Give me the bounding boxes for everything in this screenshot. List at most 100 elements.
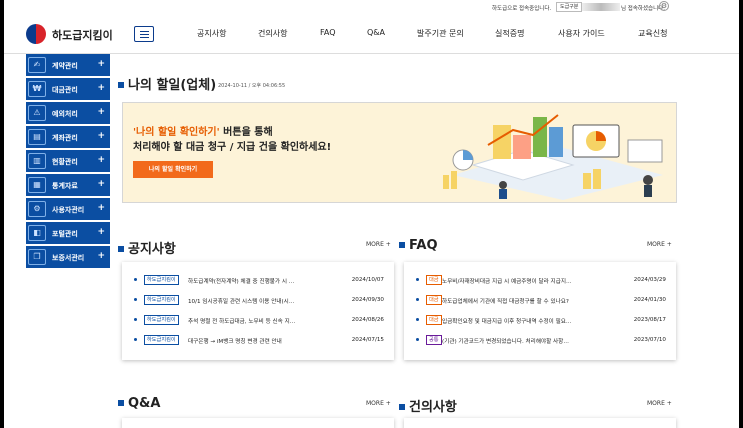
expand-plus-icon[interactable]: +: [97, 131, 105, 141]
logo-text[interactable]: 하도급지킴이: [52, 27, 113, 43]
sidebar-item-label: 계약관리: [52, 62, 78, 70]
sidebar-item-label: 대금관리: [52, 86, 78, 94]
item-date: 2024/10/07: [351, 277, 384, 283]
todo-banner: '나의 할일 확인하기' 버튼을 통해 처리해야 할 대금 청구 / 지급 건을…: [122, 102, 677, 203]
list-item[interactable]: 대금 하도급업체에서 기관에 직접 대금청구를 할 수 있나요? 2024/01/3…: [416, 294, 666, 306]
item-title[interactable]: 10/1 임시공휴일 관련 시스템 이용 안내(시…: [188, 297, 328, 305]
user-gear-icon: ⚙: [28, 201, 46, 217]
handshake-icon: ✍: [28, 57, 46, 73]
hamburger-menu-button[interactable]: [134, 26, 154, 42]
list-item[interactable]: 하도급지킴이 대구은행 → iM뱅크 명칭 변경 관련 안내 2024/07/15: [134, 334, 384, 346]
list-item[interactable]: 하도급지킴이 10/1 임시공휴일 관련 시스템 이용 안내(시… 2024/09/…: [134, 294, 384, 306]
item-date: 2023/08/17: [633, 317, 666, 323]
expand-plus-icon[interactable]: +: [97, 203, 105, 213]
sidebar-item[interactable]: ◧ 포털관리 +: [26, 222, 110, 244]
nav-performance-cert[interactable]: 실적증명: [495, 28, 524, 39]
item-title[interactable]: 추석 명절 전 하도급대금, 노무비 등 신속 지…: [188, 317, 328, 325]
item-title[interactable]: 하도급업체에서 기관에 직접 대금청구를 할 수 있나요?: [442, 297, 582, 305]
item-title[interactable]: (기관) 기관코드가 변경되었습니다. 처리해야할 사항…: [442, 337, 582, 345]
expand-plus-icon[interactable]: +: [97, 251, 105, 261]
notice-more-link[interactable]: MORE +: [366, 241, 391, 248]
suggestion-more-link[interactable]: MORE +: [647, 400, 672, 407]
category-tag: 대금: [426, 295, 442, 305]
faq-more-link[interactable]: MORE +: [647, 241, 672, 248]
qa-section-title: Q&A: [118, 396, 160, 411]
category-tag: 대금: [426, 275, 442, 285]
sidebar-item[interactable]: ₩ 대금관리 +: [26, 78, 110, 100]
item-date: 2024/03/29: [633, 277, 666, 283]
qa-panel: [122, 418, 394, 428]
category-tag: 하도급지킴이: [144, 295, 179, 305]
logo-icon[interactable]: [26, 24, 46, 44]
list-item[interactable]: 대금 입금확인요청 및 대금지급 이후 청구내역 수정이 필요… 2023/08/1…: [416, 314, 666, 326]
money-icon: ₩: [28, 81, 46, 97]
nav-notice[interactable]: 공지사항: [197, 28, 226, 39]
nav-qa[interactable]: Q&A: [367, 28, 385, 37]
item-title[interactable]: 노무비/자재장비대금 지급 시 예금주명이 달라 지급지…: [442, 277, 582, 285]
sidebar-item[interactable]: ▤ 계좌관리 +: [26, 126, 110, 148]
top-utility-bar: 하도급으로 접속중입니다. 도급구분 님 접속하셨습니다. ⚙: [4, 0, 739, 14]
item-date: 2024/09/30: [351, 297, 384, 303]
suggestion-panel: [404, 418, 676, 428]
certificate-icon: ❐: [28, 249, 46, 265]
expand-plus-icon[interactable]: +: [97, 155, 105, 165]
sidebar: ✍ 계약관리 + ₩ 대금관리 + ⚠ 예외처리 + ▤ 계좌관리 + ▥ 현황관리 + ▦ 통계자료 + ⚙ 사용자…: [26, 54, 110, 270]
nav-agency-inquiry[interactable]: 발주기관 문의: [417, 28, 464, 39]
bullet-icon: [134, 318, 137, 321]
sidebar-item[interactable]: ⚠ 예외처리 +: [26, 102, 110, 124]
sidebar-item[interactable]: ⚙ 사용자관리 +: [26, 198, 110, 220]
nav-user-guide[interactable]: 사용자 가이드: [558, 28, 605, 39]
expand-plus-icon[interactable]: +: [97, 227, 105, 237]
finance-illustration: [443, 114, 663, 200]
category-tag: 하도급지킴이: [144, 315, 179, 325]
sidebar-item[interactable]: ▦ 통계자료 +: [26, 174, 110, 196]
sidebar-item-label: 현황관리: [52, 158, 78, 166]
sidebar-item-label: 통계자료: [52, 182, 78, 190]
connection-notice: 하도급으로 접속중입니다.: [492, 6, 552, 12]
sidebar-item[interactable]: ✍ 계약관리 +: [26, 54, 110, 76]
notice-panel: 하도급지킴이 하도급계약(전자계약) 체결 중 진행불가 시 … 2024/10/0…: [122, 262, 394, 360]
expand-plus-icon[interactable]: +: [97, 107, 105, 117]
header: 하도급지킴이 공지사항 건의사항 FAQ Q&A 발주기관 문의 실적증명 사용…: [4, 14, 739, 54]
qa-more-link[interactable]: MORE +: [366, 400, 391, 407]
exception-icon: ⚠: [28, 105, 46, 121]
nav-suggestions[interactable]: 건의사항: [258, 28, 287, 39]
portal-icon: ◧: [28, 225, 46, 241]
expand-plus-icon[interactable]: +: [97, 179, 105, 189]
bullet-icon: [416, 278, 419, 281]
banner-line-2: 처리해야 할 대금 청구 / 지급 건을 확인하세요!: [133, 142, 332, 153]
sidebar-item[interactable]: ▥ 현황관리 +: [26, 150, 110, 172]
list-item[interactable]: 대금 노무비/자재장비대금 지급 시 예금주명이 달라 지급지… 2024/03/2…: [416, 274, 666, 286]
list-item[interactable]: 공통 (기관) 기관코드가 변경되었습니다. 처리해야할 사항… 2023/07/1…: [416, 334, 666, 346]
sidebar-item-label: 예외처리: [52, 110, 78, 118]
category-tag: 하도급지킴이: [144, 275, 179, 285]
item-title[interactable]: 입금확인요청 및 대금지급 이후 청구내역 수정이 필요…: [442, 317, 582, 325]
item-title[interactable]: 대구은행 → iM뱅크 명칭 변경 관련 안내: [188, 337, 328, 345]
item-date: 2024/01/30: [633, 297, 666, 303]
banner-line-1: '나의 할일 확인하기' 버튼을 통해: [133, 127, 273, 138]
bullet-icon: [416, 338, 419, 341]
sidebar-item-label: 사용자관리: [52, 206, 85, 214]
settings-gear-icon[interactable]: ⚙: [659, 1, 669, 11]
account-icon: ▤: [28, 129, 46, 145]
user-name-redacted: [582, 3, 620, 11]
item-title[interactable]: 하도급계약(전자계약) 체결 중 진행불가 시 …: [188, 277, 328, 285]
nav-training[interactable]: 교육신청: [638, 28, 667, 39]
faq-panel: 대금 노무비/자재장비대금 지급 시 예금주명이 달라 지급지… 2024/03/2…: [404, 262, 676, 360]
bullet-icon: [134, 298, 137, 301]
category-tag: 대금: [426, 315, 442, 325]
todo-title: 나의 할일(업체): [118, 74, 216, 93]
item-date: 2024/08/26: [351, 317, 384, 323]
list-item[interactable]: 하도급지킴이 추석 명절 전 하도급대금, 노무비 등 신속 지… 2024/08/…: [134, 314, 384, 326]
expand-plus-icon[interactable]: +: [97, 83, 105, 93]
check-todo-button[interactable]: 나의 할일 확인하기: [133, 161, 213, 178]
sidebar-item[interactable]: ❐ 보증서관리 +: [26, 246, 110, 268]
sidebar-item-label: 보증서관리: [52, 254, 85, 262]
expand-plus-icon[interactable]: +: [97, 59, 105, 69]
faq-section-title: FAQ: [399, 238, 438, 253]
nav-faq[interactable]: FAQ: [320, 28, 336, 37]
account-type-select[interactable]: 도급구분: [556, 2, 583, 12]
sidebar-item-label: 계좌관리: [52, 134, 78, 142]
bullet-icon: [416, 318, 419, 321]
list-item[interactable]: 하도급지킴이 하도급계약(전자계약) 체결 중 진행불가 시 … 2024/10/0…: [134, 274, 384, 286]
